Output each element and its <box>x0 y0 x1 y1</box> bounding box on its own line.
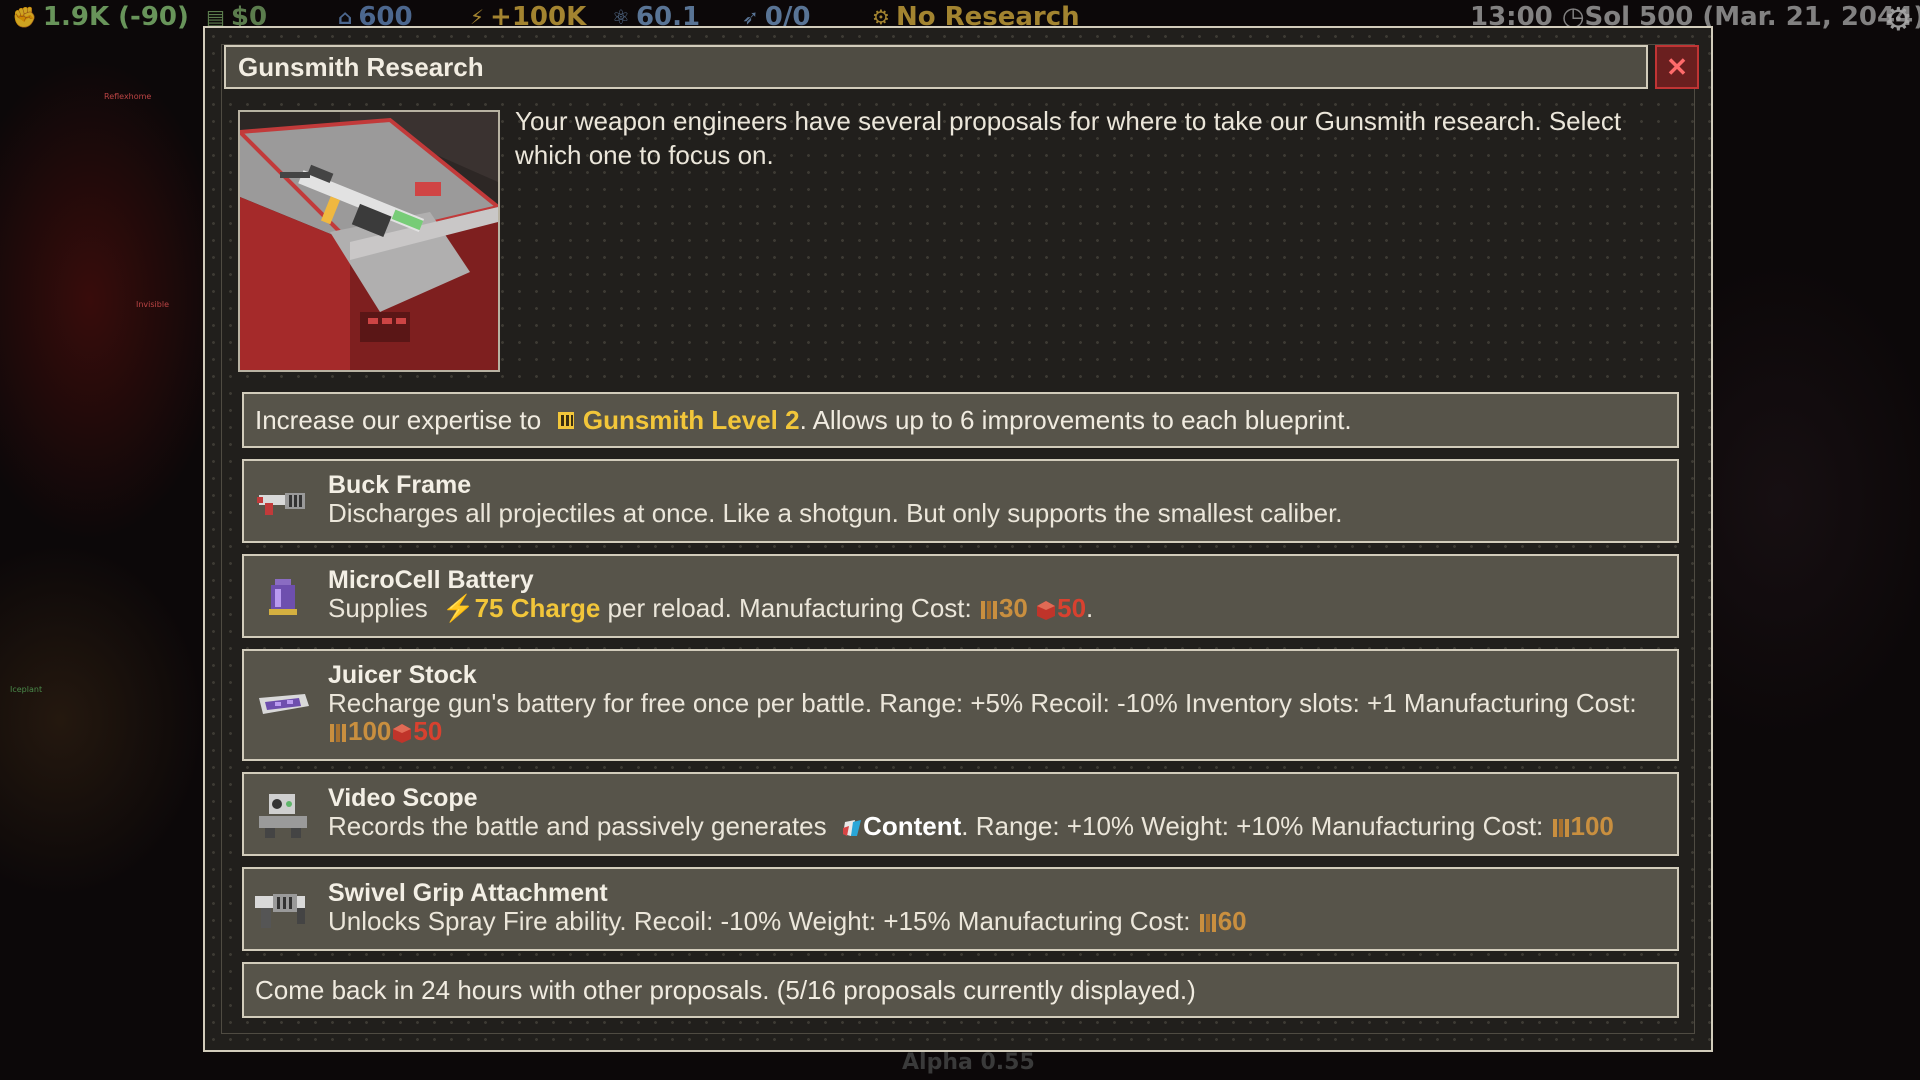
come-back-text: Come back in 24 hours with other proposa… <box>255 974 1196 1005</box>
charge-amount: 75 Charge <box>474 593 601 623</box>
option-description: Recharge gun's battery for free once per… <box>328 689 1663 745</box>
metal-cost: 50 <box>413 716 443 746</box>
intro-text: Your weapon engineers have several propo… <box>515 106 1622 170</box>
wood-cost: 60 <box>1217 906 1247 936</box>
option-description: Discharges all projectiles at once. Like… <box>328 498 1343 528</box>
option-title: Juicer Stock <box>328 661 477 689</box>
desc-text: Supplies <box>328 593 428 623</box>
option-swivel-grip[interactable]: Swivel Grip Attachment Unlocks Spray Fir… <box>242 867 1679 951</box>
version-label: Alpha 0.55 <box>902 1050 1035 1075</box>
population-icon: ✊ <box>12 5 37 29</box>
wood-cost: 30 <box>998 593 1028 623</box>
wood-cost: 100 <box>348 716 392 746</box>
expertise-level: Gunsmith Level 2 <box>582 404 800 435</box>
map-label: Iceplant <box>10 685 43 694</box>
wood-resource-icon <box>1552 819 1569 838</box>
gunsmith-workbench-image <box>238 110 500 372</box>
population-value: 1.9K (-90) <box>42 2 189 32</box>
option-title: Video Scope <box>328 784 478 812</box>
option-title: MicroCell Battery <box>328 566 534 594</box>
battery-icon <box>252 569 314 625</box>
wood-resource-icon <box>330 724 346 743</box>
option-buck-frame[interactable]: Buck Frame Discharges all projectiles at… <box>242 459 1679 543</box>
settings-gear-icon[interactable]: ⚙ <box>1884 0 1913 38</box>
close-button[interactable]: ✕ <box>1655 45 1699 89</box>
option-juicer-stock[interactable]: Juicer Stock Recharge gun's battery for … <box>242 649 1679 761</box>
wood-resource-icon <box>980 601 997 620</box>
wood-cost: 100 <box>1570 811 1614 841</box>
desc-text: per reload. Manufacturing Cost: <box>607 593 972 623</box>
option-video-scope[interactable]: Video Scope Records the battle and passi… <box>242 772 1679 856</box>
desc-text: . Range: +10% Weight: +10% Manufacturing… <box>961 811 1544 841</box>
option-description: Records the battle and passively generat… <box>328 812 1663 840</box>
option-description: Unlocks Spray Fire ability. Recoil: -10%… <box>328 907 1663 935</box>
expertise-prefix: Increase our expertise to <box>255 404 542 435</box>
research-dialog: Gunsmith Research ✕ Your weapon engineer… <box>203 26 1713 1052</box>
population-stat[interactable]: ✊ 1.9K (-90) <box>12 2 189 32</box>
juicer-stock-icon <box>252 677 314 733</box>
metal-resource-icon <box>393 724 412 744</box>
gunsmith-level-icon <box>557 412 574 429</box>
option-microcell-battery[interactable]: MicroCell Battery Supplies ⚡75 Charge pe… <box>242 554 1679 638</box>
metal-resource-icon <box>1037 601 1056 621</box>
expertise-suffix: . Allows up to 6 improvements to each bl… <box>799 404 1352 435</box>
option-expertise-upgrade[interactable]: Increase our expertise to Gunsmith Level… <box>242 392 1679 448</box>
shotgun-frame-icon <box>252 474 314 530</box>
video-scope-icon <box>252 787 314 843</box>
option-title: Swivel Grip Attachment <box>328 879 608 907</box>
map-label: Invisible <box>136 300 169 309</box>
option-title: Buck Frame <box>328 471 472 499</box>
map-label: Reflexhome <box>104 92 152 101</box>
desc-text: Recharge gun's battery for free once per… <box>328 688 1637 718</box>
come-back-notice: Come back in 24 hours with other proposa… <box>242 962 1679 1018</box>
desc-text: Records the battle and passively generat… <box>328 811 827 841</box>
content-icon <box>843 820 862 837</box>
lightning-icon: ⚡ <box>442 593 475 623</box>
swivel-grip-icon <box>252 882 314 938</box>
option-description: Supplies ⚡75 Charge per reload. Manufact… <box>328 594 1663 622</box>
metal-cost: 50 <box>1057 593 1087 623</box>
desc-text: Unlocks Spray Fire ability. Recoil: -10%… <box>328 906 1191 936</box>
dialog-titlebar: Gunsmith Research <box>224 45 1648 89</box>
wood-resource-icon <box>1199 914 1216 933</box>
content-label: Content <box>863 811 962 841</box>
desc-text: . <box>1086 593 1094 623</box>
dialog-title: Gunsmith Research <box>238 51 484 82</box>
